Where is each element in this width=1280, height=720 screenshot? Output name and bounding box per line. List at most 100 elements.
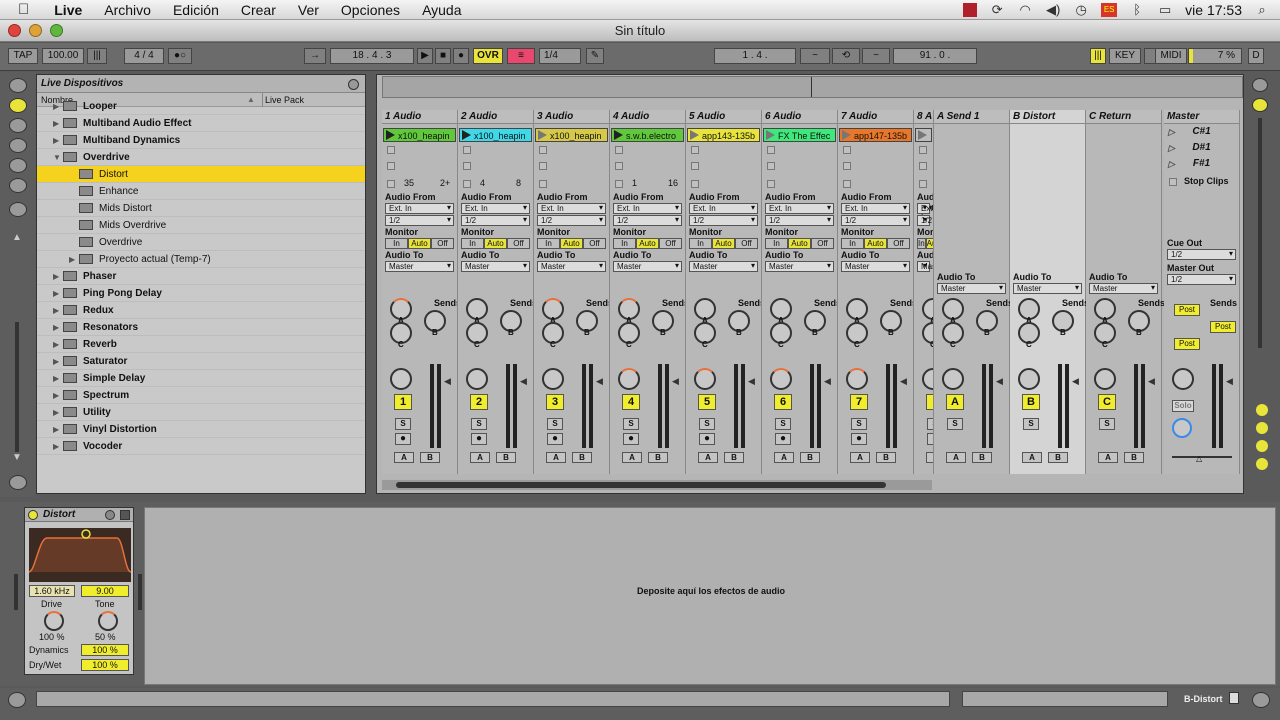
empty-clip-slot[interactable] <box>838 142 913 158</box>
crossfade-b-button[interactable]: B <box>496 452 516 463</box>
empty-clip-slot[interactable] <box>762 158 837 174</box>
track-title[interactable]: 1 Audio <box>382 110 457 124</box>
track-activator[interactable]: 2 <box>470 394 488 410</box>
pan-knob[interactable] <box>1018 368 1040 390</box>
empty-clip-slot[interactable] <box>382 158 457 174</box>
output-select[interactable]: Master <box>765 261 834 272</box>
track-title[interactable]: 8 A <box>914 110 933 124</box>
stop-button-icon[interactable] <box>387 180 395 188</box>
crossfade-a-button[interactable]: A <box>1022 452 1042 463</box>
expand-right-icon[interactable]: ▶ <box>53 336 63 353</box>
file-browser-3-icon[interactable] <box>9 178 27 193</box>
song-position-field[interactable]: 18 . 4 . 3 <box>330 48 414 64</box>
browser-item[interactable]: Distort <box>37 166 365 183</box>
solo-button[interactable]: S <box>699 418 715 430</box>
loop-length-field[interactable]: 91 . 0 . <box>893 48 977 64</box>
arm-button[interactable]: ● <box>623 433 639 445</box>
track-title[interactable]: 7 Audio <box>838 110 913 124</box>
session-view-icon[interactable] <box>1252 78 1268 92</box>
monitor-in-button[interactable]: In <box>613 238 636 249</box>
frequency-field[interactable]: 1.60 kHz <box>29 585 75 597</box>
monitor-auto-button[interactable]: Auto <box>788 238 811 249</box>
crossfade-a-button[interactable]: A <box>394 452 414 463</box>
clip-stop-icon[interactable] <box>463 162 471 170</box>
time-machine-icon[interactable]: ◷ <box>1073 2 1089 17</box>
clip-play-icon[interactable] <box>918 130 927 140</box>
track-activator[interactable] <box>926 394 933 410</box>
pan-knob[interactable] <box>694 368 716 390</box>
output-select[interactable]: Master <box>613 261 682 272</box>
clip-stop-icon[interactable] <box>843 162 851 170</box>
input-type-select[interactable]: Ext. In <box>537 203 606 214</box>
browser-item[interactable]: Enhance <box>37 183 365 200</box>
stop-button-icon[interactable] <box>691 180 699 188</box>
crossfade-a-button[interactable]: A <box>946 452 966 463</box>
drive-knob[interactable] <box>44 611 64 631</box>
clip-play-icon[interactable] <box>386 130 395 140</box>
clip-stop-icon[interactable] <box>387 146 395 154</box>
crossfade-a-button[interactable]: A <box>546 452 566 463</box>
empty-clip-slot[interactable] <box>610 142 685 158</box>
solo-button[interactable]: S <box>547 418 563 430</box>
expand-right-icon[interactable]: ▶ <box>53 285 63 302</box>
volume-slider-icon[interactable]: ◀ <box>824 376 831 387</box>
device-scroll-left[interactable] <box>14 574 18 610</box>
browser-item[interactable]: ▶ Redux <box>37 302 365 319</box>
input-type-select[interactable]: Ext. In <box>841 203 910 214</box>
returns-toggle-icon[interactable] <box>1256 440 1268 452</box>
expand-right-icon[interactable]: ▶ <box>53 353 63 370</box>
tap-button[interactable]: TAP <box>8 48 38 64</box>
clip-stop-icon[interactable] <box>691 162 699 170</box>
expand-right-icon[interactable]: ▶ <box>53 268 63 285</box>
help-view-icon[interactable] <box>9 475 27 490</box>
pan-knob[interactable] <box>1094 368 1116 390</box>
monitor-off-button[interactable]: Off <box>583 238 606 249</box>
clip-slot[interactable]: app147-135b <box>839 128 912 142</box>
monitor-in-button[interactable]: In <box>841 238 864 249</box>
q-field[interactable]: 9.00 <box>81 585 129 597</box>
monitor-in-button[interactable]: In <box>765 238 788 249</box>
spotlight-search-icon[interactable]: ⌕ <box>1254 2 1270 17</box>
monitor-auto-button[interactable]: Auto <box>712 238 735 249</box>
input-channel-select[interactable]: 1/2 <box>613 215 682 226</box>
empty-clip-slot[interactable] <box>914 142 933 158</box>
clip-stop-icon[interactable] <box>843 146 851 154</box>
browser-item[interactable]: ▶ Saturator <box>37 353 365 370</box>
input-type-select[interactable]: Ext. In <box>765 203 834 214</box>
menu-ayuda[interactable]: Ayuda <box>411 2 472 18</box>
punch-in-icon[interactable]: ~ <box>800 48 830 64</box>
sync-icon[interactable]: ⟳ <box>989 2 1005 17</box>
menu-crear[interactable]: Crear <box>230 2 287 18</box>
track-title[interactable]: Master <box>1164 110 1239 124</box>
output-select[interactable]: Master <box>385 261 454 272</box>
solo-button[interactable]: S <box>947 418 963 430</box>
empty-clip-slot[interactable] <box>686 158 761 174</box>
track-activator[interactable]: 7 <box>850 394 868 410</box>
input-type-select[interactable]: Ext. In <box>689 203 758 214</box>
clip-stop-icon[interactable] <box>919 162 927 170</box>
pan-knob[interactable] <box>922 368 933 390</box>
hide-detail-icon[interactable] <box>1252 692 1270 708</box>
track-title[interactable]: 2 Audio <box>458 110 533 124</box>
monitor-in-button[interactable]: In <box>385 238 408 249</box>
monitor-off-button[interactable]: Off <box>735 238 758 249</box>
volume-slider-icon[interactable]: ◀ <box>520 376 527 387</box>
scene-launch[interactable]: ▷ C#1 <box>1164 124 1239 140</box>
input-channel-select[interactable]: 1/2 <box>461 215 530 226</box>
scroll-down-icon[interactable]: ▼ <box>12 452 22 463</box>
track-title[interactable]: A Send 1 <box>934 110 1009 124</box>
bluetooth-icon[interactable]: ᛒ <box>1129 2 1145 17</box>
minimize-window-icon[interactable] <box>29 24 42 37</box>
volume-slider-icon[interactable]: ◀ <box>596 376 603 387</box>
output-select[interactable]: Master <box>841 261 910 272</box>
loop-start-field[interactable]: 1 . 4 . <box>714 48 796 64</box>
clip-stop-icon[interactable] <box>615 162 623 170</box>
io-toggle-icon[interactable] <box>1256 404 1268 416</box>
clip-slot[interactable]: s.w.b.electro <box>611 128 684 142</box>
browser-item[interactable]: ▶ Vinyl Distortion <box>37 421 365 438</box>
monitor-off-button[interactable]: Off <box>659 238 682 249</box>
zoom-window-icon[interactable] <box>50 24 63 37</box>
stop-button-icon[interactable] <box>767 180 775 188</box>
empty-clip-slot[interactable] <box>534 158 609 174</box>
monitor-auto-button[interactable]: Auto <box>560 238 583 249</box>
